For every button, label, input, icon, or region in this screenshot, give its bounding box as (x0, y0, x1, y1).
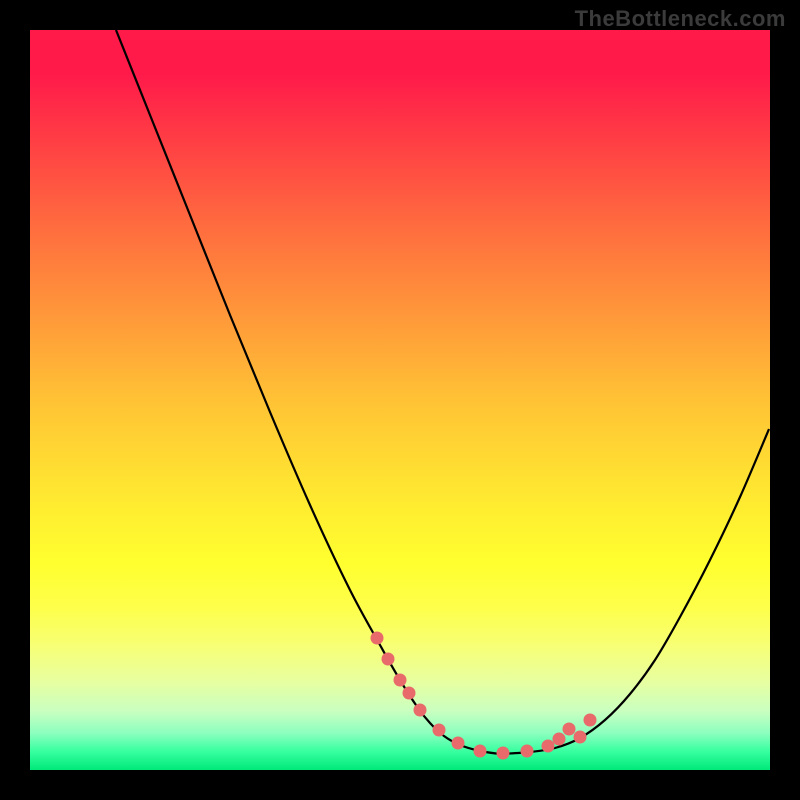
curve-markers (371, 632, 597, 760)
marker-dot (371, 632, 384, 645)
marker-dot (563, 723, 576, 736)
plot-area (30, 30, 770, 770)
marker-dot (403, 687, 416, 700)
watermark-label: TheBottleneck.com (575, 6, 786, 32)
marker-dot (521, 745, 534, 758)
bottleneck-curve (116, 30, 769, 754)
marker-dot (474, 745, 487, 758)
marker-dot (584, 714, 597, 727)
marker-dot (382, 653, 395, 666)
marker-dot (497, 747, 510, 760)
curve-layer (30, 30, 770, 770)
marker-dot (452, 737, 465, 750)
marker-dot (542, 740, 555, 753)
marker-dot (433, 724, 446, 737)
marker-dot (553, 733, 566, 746)
marker-dot (414, 704, 427, 717)
marker-dot (394, 674, 407, 687)
chart-frame: TheBottleneck.com (0, 0, 800, 800)
marker-dot (574, 731, 587, 744)
